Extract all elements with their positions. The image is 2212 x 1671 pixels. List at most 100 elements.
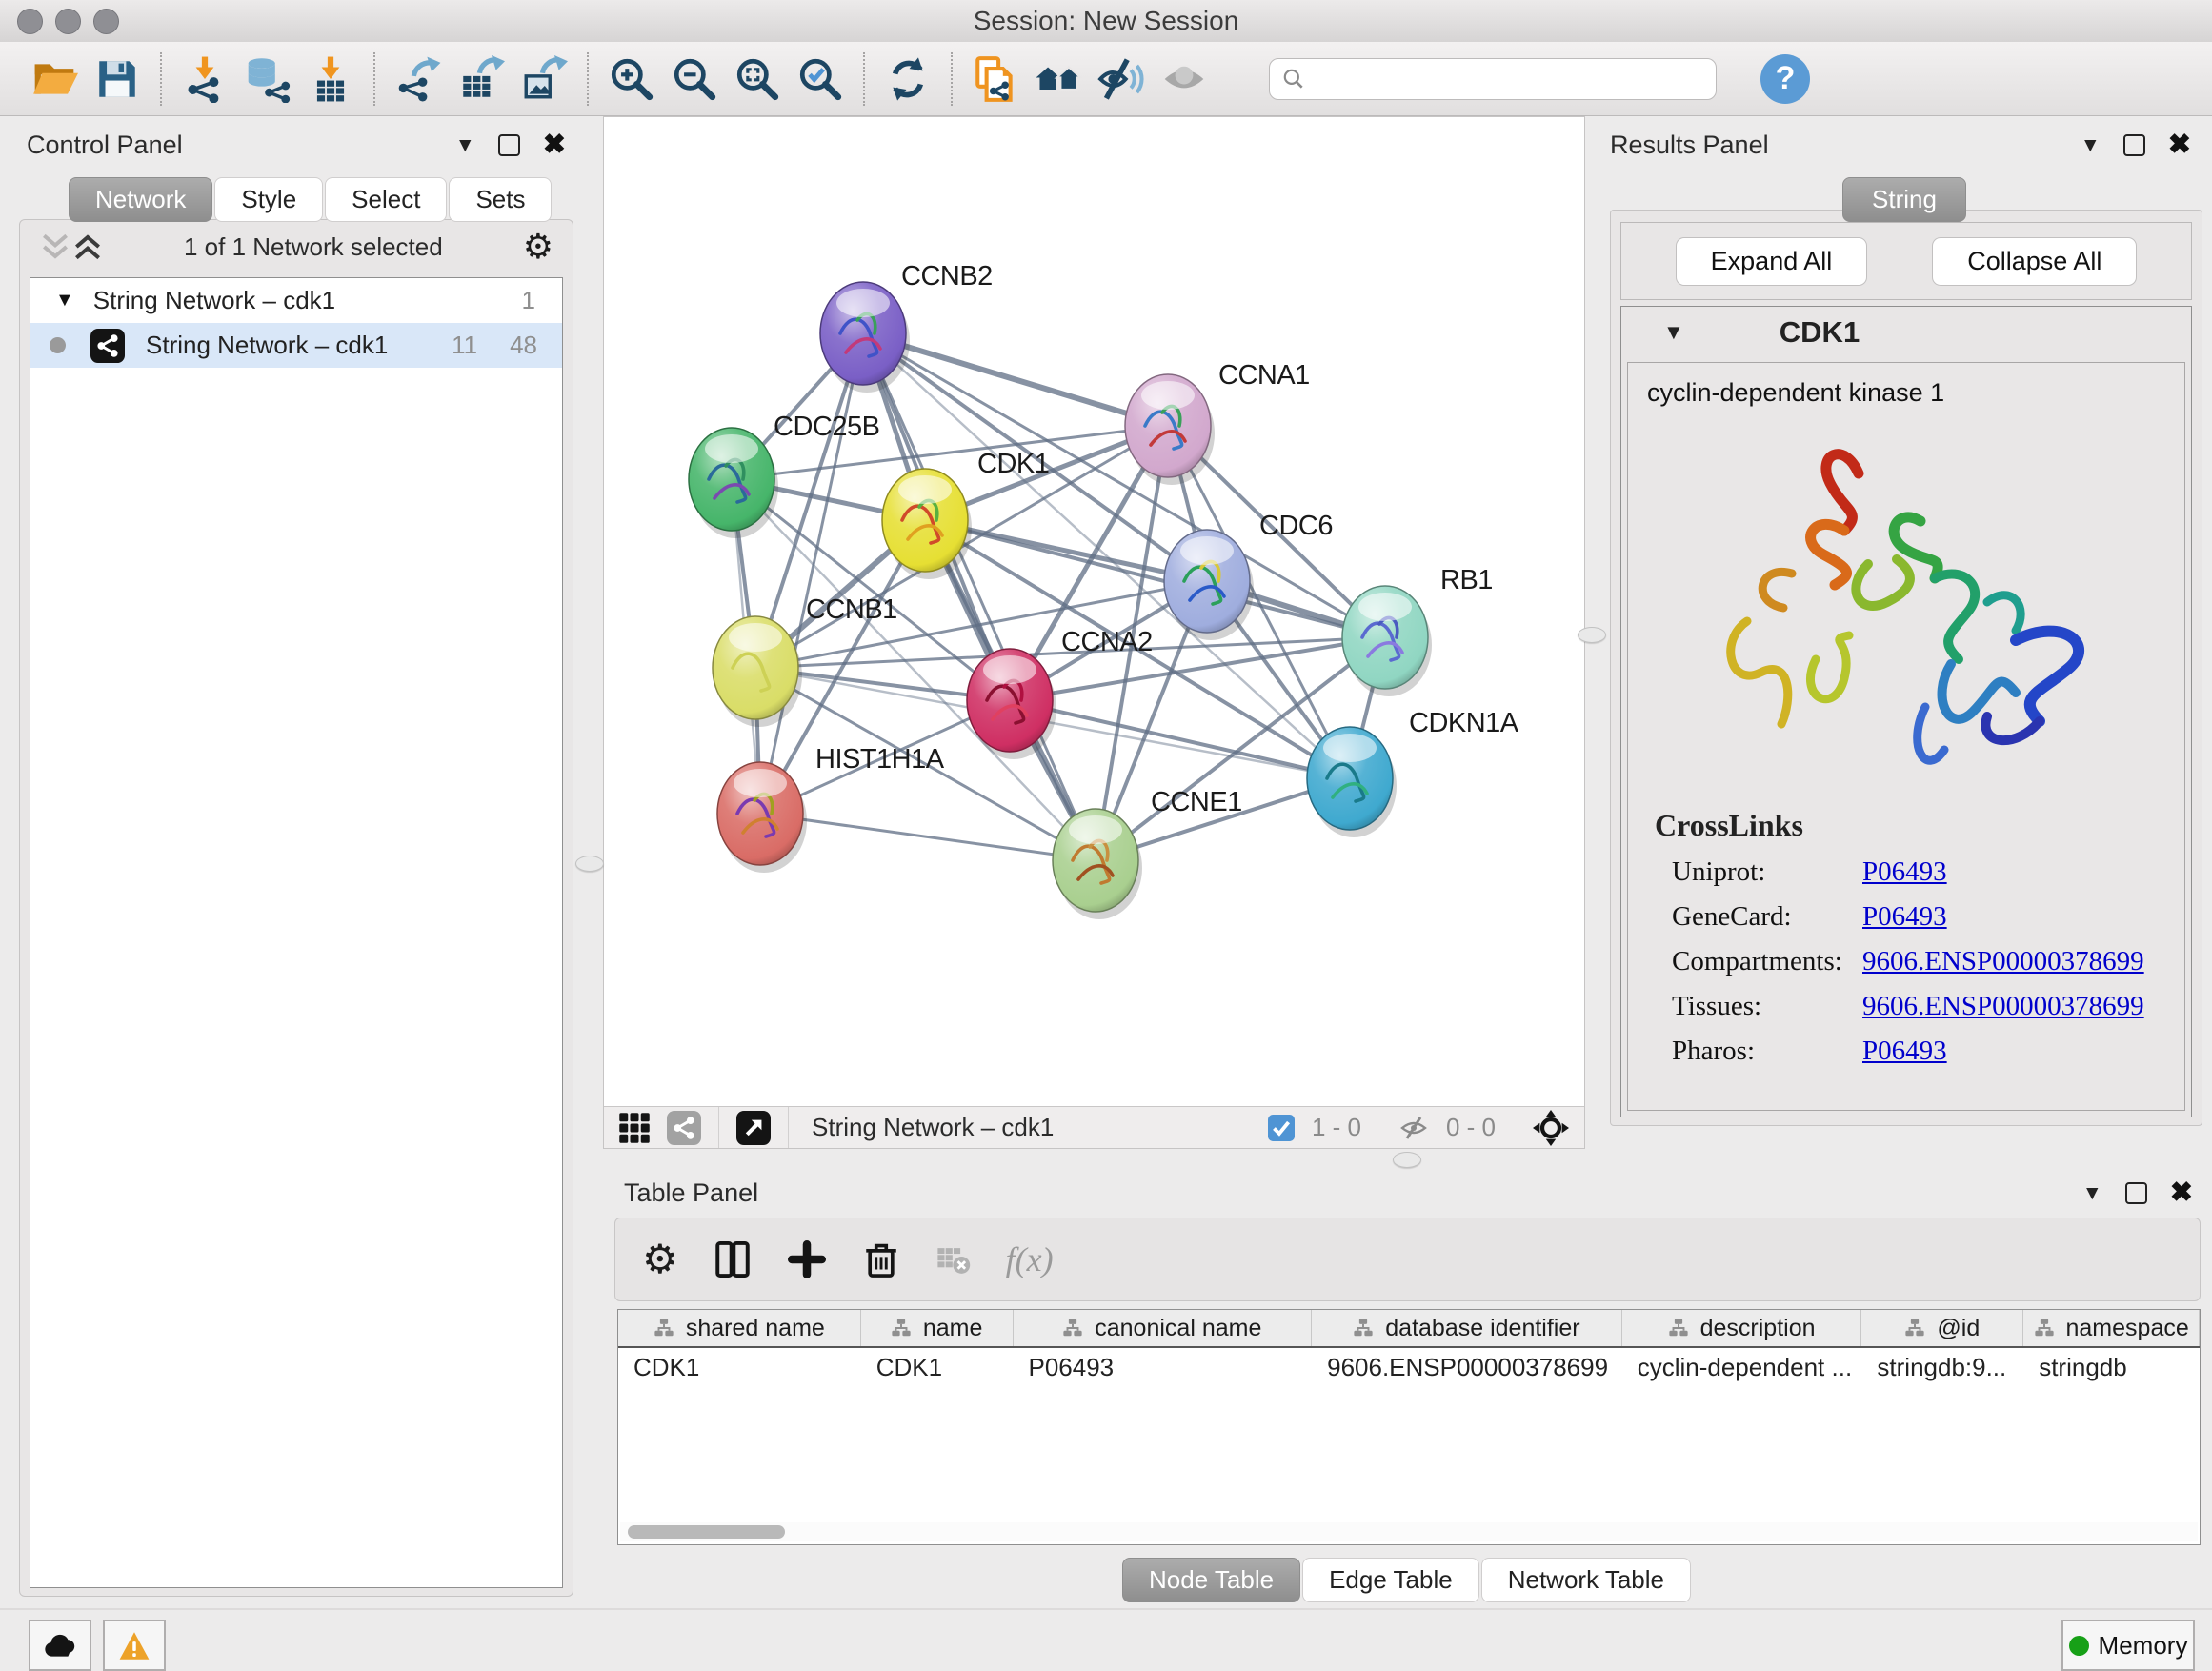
export-image-icon[interactable] (517, 52, 571, 106)
collapse-triangle-icon[interactable]: ▼ (1663, 320, 1684, 345)
network-graph-canvas[interactable]: CCNB2CCNA1CDC25BCDK1CDC6RB1CCNB1CCNA2HIS… (604, 117, 1584, 1106)
search-input[interactable] (1306, 65, 1672, 93)
network-view-icon[interactable] (667, 1111, 701, 1145)
right-splitter-handle[interactable] (1578, 627, 1606, 643)
import-network-database-icon[interactable] (241, 52, 294, 106)
import-network-file-icon[interactable] (178, 52, 231, 106)
table-options-gear-icon[interactable]: ⚙ (642, 1239, 678, 1279)
tab-network-table[interactable]: Network Table (1481, 1558, 1691, 1602)
panel-menu-icon[interactable]: ▼ (2082, 1183, 2102, 1203)
crosslink-link[interactable]: 9606.ENSP00000378699 (1862, 991, 2144, 1022)
column-header-namespace[interactable]: namespace (2023, 1310, 2200, 1346)
table-row[interactable]: CDK1CDK1P064939606.ENSP00000378699cyclin… (618, 1348, 2200, 1386)
network-node-CDKN1A[interactable]: CDKN1A (1307, 708, 1519, 837)
help-icon[interactable]: ? (1760, 54, 1810, 104)
panel-close-icon[interactable]: ✖ (543, 131, 566, 159)
collapse-triangle-icon[interactable]: ▼ (55, 290, 74, 312)
selected-checkbox-icon[interactable] (1268, 1115, 1295, 1141)
tab-select[interactable]: Select (325, 177, 447, 222)
crosslink-link[interactable]: 9606.ENSP00000378699 (1862, 946, 2144, 977)
birdseye-view-icon[interactable] (736, 1111, 771, 1145)
network-edge[interactable] (760, 333, 863, 814)
scrollbar-thumb[interactable] (628, 1525, 785, 1539)
panel-menu-icon[interactable]: ▼ (2081, 135, 2101, 155)
close-window-button[interactable] (17, 9, 43, 34)
table-cell[interactable]: CDK1 (618, 1353, 861, 1382)
zoom-in-icon[interactable] (605, 52, 658, 106)
table-cell[interactable]: stringdb (2023, 1353, 2200, 1382)
panel-close-icon[interactable]: ✖ (2170, 1179, 2193, 1207)
delete-column-trash-icon[interactable] (861, 1239, 901, 1279)
show-eye-icon[interactable] (1157, 52, 1211, 106)
column-header-name[interactable]: name (861, 1310, 1014, 1346)
table-cell[interactable]: CDK1 (861, 1353, 1014, 1382)
tab-network[interactable]: Network (69, 177, 212, 222)
column-header-shared-name[interactable]: shared name (618, 1310, 861, 1346)
memory-button[interactable]: Memory (2061, 1620, 2195, 1671)
panel-float-icon[interactable] (2125, 1182, 2147, 1204)
table-cell[interactable]: P06493 (1014, 1353, 1313, 1382)
network-row-selected[interactable]: String Network – cdk1 11 48 (30, 323, 562, 368)
network-view[interactable]: CCNB2CCNA1CDC25BCDK1CDC6RB1CCNB1CCNA2HIS… (603, 116, 1585, 1149)
export-network-icon[interactable] (392, 52, 445, 106)
network-edge[interactable] (863, 333, 1096, 860)
cloud-status-button[interactable] (29, 1620, 91, 1671)
warnings-button[interactable] (103, 1620, 166, 1671)
maximize-window-button[interactable] (93, 9, 119, 34)
clone-network-icon[interactable] (969, 52, 1022, 106)
column-header-canonical-name[interactable]: canonical name (1014, 1310, 1313, 1346)
bottom-splitter-handle[interactable] (1393, 1152, 1421, 1168)
crosslink-link[interactable]: P06493 (1862, 1036, 1947, 1067)
show-columns-icon[interactable] (713, 1239, 753, 1279)
network-node-CCNA1[interactable]: CCNA1 (1125, 360, 1310, 485)
grid-view-icon[interactable] (617, 1111, 652, 1145)
tab-string[interactable]: String (1842, 177, 1966, 222)
crosslink-link[interactable]: P06493 (1862, 856, 1947, 888)
tab-sets[interactable]: Sets (449, 177, 552, 222)
network-node-CDC6[interactable]: CDC6 (1164, 511, 1333, 640)
expand-all-networks-icon[interactable] (71, 232, 104, 261)
minimize-window-button[interactable] (55, 9, 81, 34)
network-node-CCNB1[interactable]: CCNB1 (713, 594, 897, 727)
network-node-HIST1H1A[interactable]: HIST1H1A (717, 744, 945, 873)
panel-menu-icon[interactable]: ▼ (455, 135, 475, 155)
panel-close-icon[interactable]: ✖ (2168, 131, 2191, 159)
tab-node-table[interactable]: Node Table (1122, 1558, 1300, 1602)
column-header--id[interactable]: @id (1861, 1310, 2023, 1346)
zoom-selected-icon[interactable] (794, 52, 847, 106)
zoom-out-icon[interactable] (668, 52, 721, 106)
tab-edge-table[interactable]: Edge Table (1302, 1558, 1479, 1602)
crosslink-label: Pharos: (1672, 1036, 1862, 1067)
fit-selected-crosshair-icon[interactable] (1533, 1110, 1569, 1146)
table-cell[interactable]: stringdb:9... (1861, 1353, 2023, 1382)
network-node-RB1[interactable]: RB1 (1342, 565, 1493, 696)
expand-all-button[interactable]: Expand All (1676, 237, 1868, 286)
hide-glasses-icon[interactable] (1095, 52, 1148, 106)
panel-float-icon[interactable] (2123, 134, 2145, 156)
create-column-icon[interactable] (787, 1239, 827, 1279)
open-session-icon[interactable] (28, 52, 81, 106)
column-header-description[interactable]: description (1622, 1310, 1862, 1346)
network-edge[interactable] (1010, 700, 1350, 778)
horizontal-scrollbar[interactable] (620, 1522, 2198, 1541)
zoom-fit-icon[interactable] (731, 52, 784, 106)
network-options-gear-icon[interactable]: ⚙ (523, 230, 553, 264)
column-header-database-identifier[interactable]: database identifier (1312, 1310, 1622, 1346)
collapse-all-button[interactable]: Collapse All (1932, 237, 2137, 286)
table-cell[interactable]: 9606.ENSP00000378699 (1312, 1353, 1622, 1382)
refresh-layout-icon[interactable] (881, 52, 935, 106)
network-collection-row[interactable]: ▼ String Network – cdk1 1 (30, 278, 562, 323)
string-home-icon[interactable] (1032, 52, 1085, 106)
table-cell[interactable]: cyclin-dependent ... (1622, 1353, 1862, 1382)
import-table-icon[interactable] (304, 52, 357, 106)
network-edge[interactable] (760, 814, 1096, 860)
crosslink-link[interactable]: P06493 (1862, 901, 1947, 933)
tab-style[interactable]: Style (214, 177, 323, 222)
left-splitter-handle[interactable] (575, 856, 604, 872)
export-table-icon[interactable] (454, 52, 508, 106)
save-session-icon[interactable] (90, 52, 144, 106)
network-node-CCNE1[interactable]: CCNE1 (1053, 787, 1242, 919)
entry-header[interactable]: ▼ CDK1 (1621, 307, 2191, 358)
panel-float-icon[interactable] (498, 134, 520, 156)
collapse-all-networks-icon[interactable] (39, 232, 71, 261)
